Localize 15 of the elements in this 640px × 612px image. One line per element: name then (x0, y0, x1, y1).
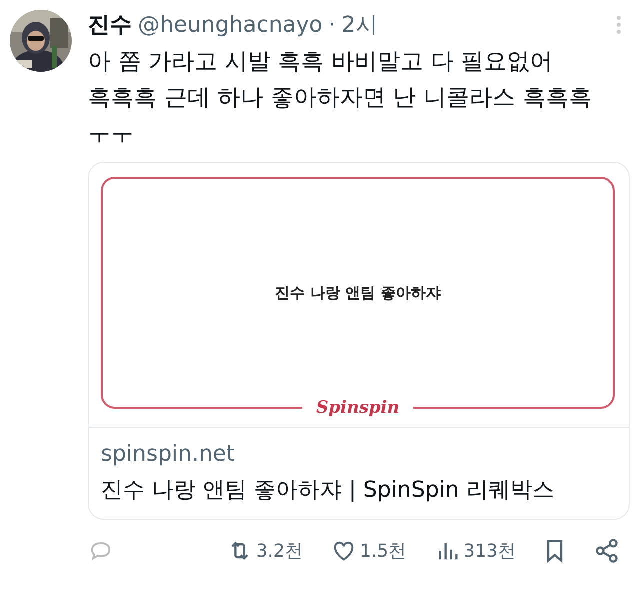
action-count: 1.5천 (360, 540, 407, 563)
action-count: 3.2천 (256, 540, 303, 563)
tweet-text: 아 쫌 가라고 시발 흑흑 바비말고 다 필요없어 (88, 48, 554, 77)
author-name[interactable]: 진수 (88, 10, 132, 40)
action-count: 313천 (464, 540, 516, 563)
link-card[interactable]: 진수 나랑 앤팀 좋아하쟈 Spinspin spinspin.net 진수 나랑 앤팀 좋아하쟈 | SpinSpin 리퀘박스 (88, 162, 630, 520)
post-time[interactable]: 2시 (342, 10, 378, 40)
separator: · (328, 12, 336, 38)
author-handle[interactable]: @heunghacnayo (138, 12, 323, 38)
card-image-text: 진수 나랑 앤팀 좋아하쟈 (275, 284, 441, 302)
tweet-text: ㅜㅜ (88, 120, 135, 149)
link-domain: spinspin.net (101, 442, 236, 467)
share-icon[interactable] (594, 538, 620, 564)
tweet-text: 흑흑흑 근데 하나 좋아하자면 난 니콜라스 흑흑흑 (88, 84, 593, 113)
link-title: 진수 나랑 앤팀 좋아하쟈 | SpinSpin 리퀘박스 (101, 477, 556, 505)
